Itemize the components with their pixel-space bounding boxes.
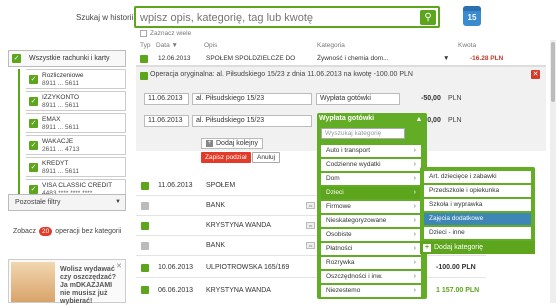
close-icon[interactable]: ✕	[531, 70, 540, 79]
check-icon[interactable]: ✓	[29, 97, 38, 106]
chevron-up-icon[interactable]: ▲	[415, 116, 423, 124]
account-item[interactable]: ✓ Rozliczeniowe 8911 ... 5611	[26, 69, 126, 89]
category-item-active[interactable]: Dzieci ›	[321, 187, 421, 199]
col-date[interactable]: Data ▼	[156, 42, 178, 49]
date-field[interactable]: 11.06.2013	[144, 115, 189, 127]
account-item[interactable]: ✓ IZZYKONTO 8911 ... 5611	[26, 91, 126, 111]
category-dropdown: Wypłata gotówki ▲ Wyszukaj kategorię Aut…	[317, 113, 427, 299]
ad-text: Wolisz wydawać czy oszczędzać? Ja mDKAZJ…	[60, 266, 117, 305]
transaction-icon	[141, 202, 149, 210]
select-multiple-checkbox[interactable]	[140, 30, 147, 37]
category-item[interactable]: Płatności ›	[321, 243, 421, 255]
scrollbar-thumb[interactable]	[551, 42, 555, 102]
chevron-right-icon: ›	[413, 189, 416, 196]
subcategory-item[interactable]: Art. dziecięce i zabawki	[424, 171, 531, 183]
check-icon[interactable]: ✓	[29, 163, 38, 172]
chevron-right-icon: ›	[413, 147, 416, 154]
search-box[interactable]: ⚲	[134, 6, 440, 28]
calendar-icon[interactable]: 15	[463, 6, 481, 26]
category-item[interactable]: Codzienne wydatki ›	[321, 159, 421, 171]
category-item[interactable]: Nieskategoryzowane ›	[321, 215, 421, 227]
chevron-right-icon: ›	[413, 259, 416, 266]
chevron-right-icon: ›	[413, 245, 416, 252]
chevron-down-icon: ▼	[115, 199, 121, 205]
search-label: Szukaj w historii:	[76, 13, 136, 22]
check-icon[interactable]: ✓	[12, 54, 21, 63]
account-item[interactable]: ✓ EMAX 8911 ... 5611	[26, 113, 126, 133]
transaction-icon	[141, 286, 149, 294]
col-desc: Opis	[204, 42, 218, 49]
amount-value[interactable]: -50,00	[421, 95, 441, 102]
transaction-icon	[141, 182, 149, 190]
amount-value: 1 157.00 PLN	[436, 286, 480, 294]
table-row[interactable]: 10.06.2013 ULPIOTROWSKA 165/169 -100.00 PL…	[136, 258, 486, 278]
category-item[interactable]: Auto i transport ›	[321, 145, 421, 157]
category-field[interactable]: Wypłata gotówki	[316, 93, 400, 105]
transaction-icon	[140, 54, 148, 63]
split-icon	[140, 72, 148, 80]
other-filters[interactable]: Pozostałe filtry ▼	[8, 194, 126, 211]
transaction-icon	[141, 222, 149, 230]
dropdown-title: Wypłata gotówki	[319, 115, 375, 122]
chevron-right-icon: ›	[413, 231, 416, 238]
category-item[interactable]: Dom ›	[321, 173, 421, 185]
col-type: Typ	[140, 42, 151, 49]
add-category-button[interactable]: + Dodaj kategorię	[420, 241, 535, 254]
original-operation: Operacja oryginalna: al. Piłsudskiego 15…	[150, 71, 413, 78]
col-amount: Kwota	[458, 42, 477, 49]
amount-value: -100.00 PLN	[436, 264, 476, 271]
select-multiple[interactable]: Zaznacz wiele	[140, 30, 191, 37]
chevron-right-icon: ›	[413, 287, 416, 294]
chevron-right-icon: ›	[413, 273, 416, 280]
subcategory-item[interactable]: Przedszkole i opiekunka	[424, 185, 531, 197]
save-split-button[interactable]: Zapisz podział	[201, 152, 251, 163]
category-item[interactable]: Oszczędności i inw. ›	[321, 271, 421, 283]
chevron-down-icon[interactable]: ▼	[443, 55, 449, 62]
date-field[interactable]: 11.06.2013	[144, 93, 189, 105]
account-list: ✓ Rozliczeniowe 8911 ... 5611 ✓ IZZYKONTO 89…	[18, 69, 126, 199]
account-item[interactable]: ✓ WAKACJE 2611 ... 4713	[26, 135, 126, 155]
plus-icon: +	[423, 243, 431, 252]
col-category: Kategoria	[317, 42, 345, 49]
close-icon[interactable]: ✕	[116, 262, 122, 270]
ad-banner[interactable]: Wolisz wydawać czy oszczędzać? Ja mDKAZJ…	[8, 259, 126, 305]
ad-image	[11, 262, 55, 302]
chevron-right-icon: ›	[413, 161, 416, 168]
check-icon[interactable]: ✓	[29, 75, 38, 84]
uncategorized-link[interactable]: Zobacz 20 operacji bez kategorii	[13, 227, 121, 236]
subcategory-item[interactable]: Szkoła i wyprawka	[424, 199, 531, 211]
description-field[interactable]: al. Piłsudskiego 15/23	[192, 115, 312, 127]
category-item[interactable]: Niezestemo ›	[321, 285, 421, 297]
chevron-right-icon: ›	[413, 217, 416, 224]
split-badge-icon: ▭	[306, 202, 315, 209]
subcategory-item[interactable]: Dzieci - inne	[424, 227, 531, 239]
split-badge-icon: ▭	[306, 242, 315, 249]
all-accounts[interactable]: ✓ Wszystkie rachunki i karty	[8, 50, 126, 67]
category-item[interactable]: Osobiste ›	[321, 229, 421, 241]
add-another-button[interactable]: + Dodaj kolejny	[201, 138, 264, 149]
table-row[interactable]: 12.06.2013 SPOŁEM SPOLDZIELCZE DO Żywnoś…	[136, 52, 546, 66]
chevron-right-icon: ›	[413, 203, 416, 210]
transaction-icon	[141, 242, 149, 250]
split-badge-icon: ▭	[306, 222, 315, 229]
category-item[interactable]: Rozrywka ›	[321, 257, 421, 269]
uncategorized-count: 20	[38, 227, 53, 236]
table-row[interactable]: 06.06.2013 KRYSTYNA WANDA 1 157.00 PLN	[136, 280, 486, 300]
check-icon[interactable]: ✓	[29, 141, 38, 150]
account-item[interactable]: ✓ KREDYT 8911 ... 5611	[26, 157, 126, 177]
cancel-button[interactable]: Anuluj	[252, 152, 281, 163]
transaction-icon	[141, 264, 149, 272]
accounts-sidebar: ✓ Wszystkie rachunki i karty ✓ Rozliczeni…	[8, 50, 126, 201]
chevron-right-icon: ›	[413, 175, 416, 182]
check-icon[interactable]: ✓	[29, 119, 38, 128]
search-input[interactable]	[140, 10, 410, 25]
description-field[interactable]: al. Piłsudskiego 15/23	[192, 93, 312, 105]
category-search-input[interactable]: Wyszukaj kategorię	[321, 128, 405, 139]
category-item[interactable]: Firmowe ›	[321, 201, 421, 213]
scrollbar[interactable]	[550, 40, 556, 303]
subcategory-item-highlighted[interactable]: Zajęcia dodatkowe	[424, 213, 531, 225]
check-icon[interactable]: ✓	[29, 185, 38, 194]
search-icon[interactable]: ⚲	[420, 10, 436, 25]
plus-icon: +	[206, 140, 213, 147]
